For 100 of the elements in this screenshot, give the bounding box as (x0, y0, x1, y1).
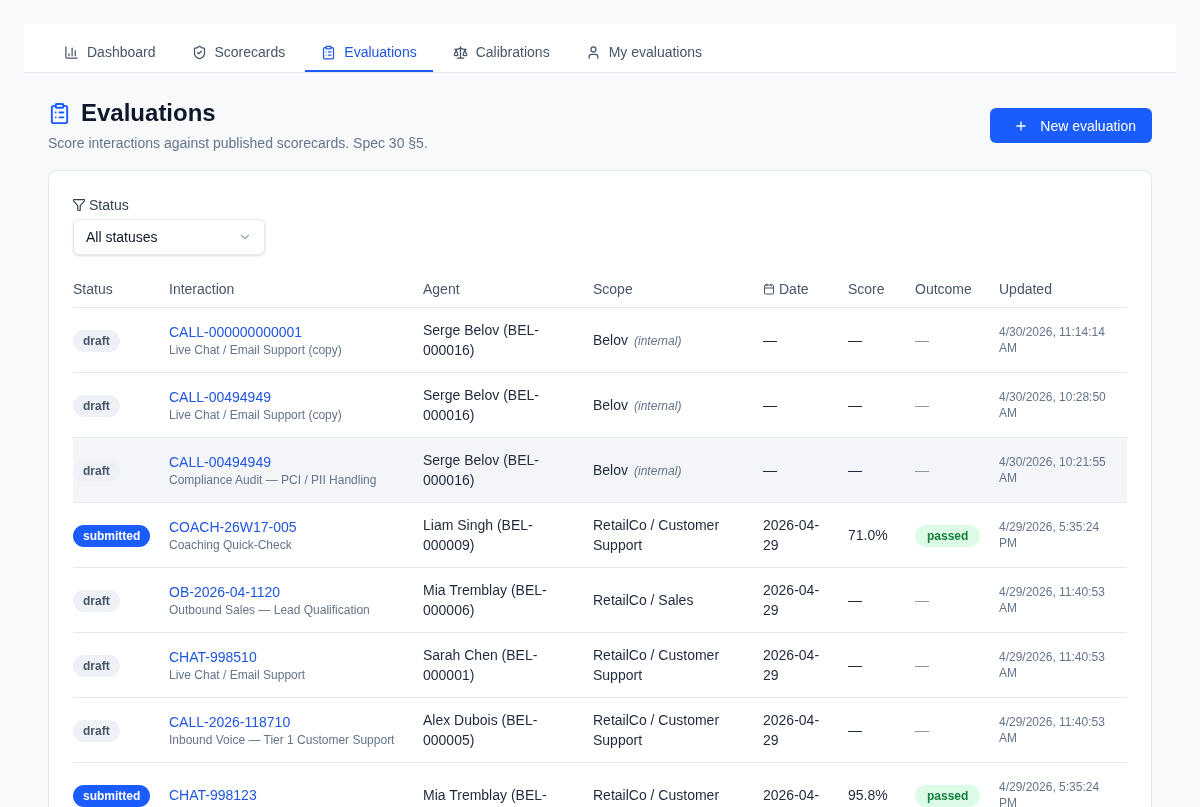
interaction-link[interactable]: CALL-00494949 (169, 387, 271, 407)
calendar-icon (763, 283, 775, 295)
date-cell-text: — (763, 396, 778, 415)
score-cell: — (848, 657, 862, 673)
scorecard-name: Outbound Sales — Lead Qualification (169, 602, 370, 618)
status-badge: draft (73, 655, 120, 677)
clipboard-list-icon (48, 101, 71, 125)
score-cell: — (848, 397, 862, 413)
updated-cell-text: 4/29/2026, 11:40:53 AM (999, 584, 1106, 616)
nav-tab[interactable]: Calibrations (436, 34, 566, 72)
scope-name: RetailCo / Customer Support (593, 711, 721, 750)
user-icon (585, 44, 601, 60)
updated-cell-text: 4/29/2026, 5:35:24 PM (999, 519, 1101, 551)
status-badge: submitted (73, 525, 151, 547)
scorecard-name: Live Chat / Email Support (copy) (169, 342, 342, 358)
agent-name: Sarah Chen (BEL-000001) (423, 646, 539, 685)
agent-name: Mia Tremblay (BEL- (423, 786, 548, 805)
page-title: Evaluations (81, 98, 216, 128)
status-badge: submitted (73, 785, 151, 807)
column-header: Interaction (169, 280, 235, 299)
interaction-link[interactable]: CHAT-998123 (169, 785, 257, 805)
column-header: Status (73, 280, 113, 299)
outcome-cell: — (915, 592, 929, 608)
scope-note: (internal) (634, 463, 682, 479)
scorecard-name: Coaching Quick-Check (169, 537, 292, 553)
agent-name: Mia Tremblay (BEL-000006) (423, 581, 548, 620)
clipboard-list-icon (321, 44, 337, 60)
scope-name: Belov (593, 331, 629, 350)
status-select[interactable]: All statuses (73, 219, 265, 255)
column-header: Score (848, 280, 885, 299)
nav-tab[interactable]: My evaluations (569, 34, 719, 72)
outcome-cell: — (915, 657, 929, 673)
status-badge: draft (73, 590, 120, 612)
scope-name: RetailCo / Customer Support (593, 516, 721, 555)
updated-cell-text: 4/29/2026, 11:40:53 AM (999, 714, 1106, 746)
status-badge: draft (73, 330, 120, 352)
new-evaluation-button[interactable]: New evaluation (990, 108, 1152, 143)
score-cell: — (848, 462, 862, 478)
interaction-link[interactable]: CHAT-998510 (169, 647, 257, 667)
scope-note: (internal) (634, 333, 682, 349)
nav-tab[interactable]: Evaluations (305, 34, 433, 72)
column-header: Date (779, 280, 809, 299)
date-cell-text: 2026-04-29 (763, 581, 821, 620)
outcome-badge: passed (915, 785, 981, 807)
interaction-link[interactable]: OB-2026-04-1120 (169, 582, 281, 602)
bar-chart-icon (64, 44, 79, 60)
score-cell: 71.0% (848, 527, 888, 543)
scorecard-name: Live Chat / Email Support (copy) (169, 407, 342, 423)
interaction-link[interactable]: COACH-26W17-005 (169, 517, 297, 537)
outcome-cell: — (915, 722, 929, 738)
agent-name: Serge Belov (BEL-000016) (423, 321, 540, 360)
outcome-cell: — (915, 332, 929, 348)
column-header: Updated (999, 280, 1052, 299)
outcome-cell: — (915, 462, 929, 478)
scope-name: RetailCo / Customer Support (593, 646, 721, 685)
scale-icon (452, 44, 468, 60)
date-cell-text: — (763, 331, 778, 350)
score-cell: 95.8% (848, 787, 888, 803)
date-cell-text: 2026-04- (763, 786, 821, 805)
nav-tab[interactable]: Scorecards (175, 34, 302, 72)
filter-label: Status (89, 196, 129, 215)
score-cell: — (848, 332, 862, 348)
plus-icon (1014, 118, 1029, 133)
updated-cell-text: 4/30/2026, 11:14:14 AM (999, 324, 1106, 356)
updated-cell-text: 4/29/2026, 5:35:24 PM (999, 779, 1101, 807)
scope-name: RetailCo / Sales (593, 591, 694, 610)
updated-cell-text: 4/30/2026, 10:28:50 AM (999, 389, 1107, 421)
status-badge: draft (73, 395, 120, 417)
updated-cell-text: 4/30/2026, 10:21:55 AM (999, 454, 1107, 486)
outcome-badge: passed (915, 525, 981, 547)
interaction-link[interactable]: CALL-00494949 (169, 452, 271, 472)
score-cell: — (848, 592, 862, 608)
agent-name: Serge Belov (BEL-000016) (423, 451, 540, 490)
scope-name: RetailCo / Customer (593, 786, 720, 805)
shield-check-icon (191, 44, 207, 60)
status-badge: draft (73, 720, 120, 742)
column-header: Outcome (915, 280, 972, 299)
date-cell-text: 2026-04-29 (763, 516, 821, 555)
page-subtitle: Score interactions against published scorecards. Spec 30 §5. (48, 134, 428, 153)
scorecard-name: Live Chat / Email Support (169, 667, 306, 683)
nav-tab[interactable]: Dashboard (48, 34, 172, 72)
column-header: Agent (423, 280, 460, 299)
scope-name: Belov (593, 461, 629, 480)
scorecard-name: Inbound Voice — Tier 1 Customer Support (169, 732, 395, 748)
interaction-link[interactable]: CALL-000000000001 (169, 322, 303, 342)
status-badge: draft (73, 460, 120, 482)
date-cell-text: — (763, 461, 778, 480)
agent-name: Liam Singh (BEL-000009) (423, 516, 534, 555)
agent-name: Serge Belov (BEL-000016) (423, 386, 540, 425)
outcome-cell: — (915, 397, 929, 413)
updated-cell-text: 4/29/2026, 11:40:53 AM (999, 649, 1106, 681)
agent-name: Alex Dubois (BEL-000005) (423, 711, 539, 750)
column-header: Scope (593, 280, 633, 299)
interaction-link[interactable]: CALL-2026-118710 (169, 712, 291, 732)
scope-note: (internal) (634, 398, 682, 414)
scorecard-name: Compliance Audit — PCI / PII Handling (169, 472, 377, 488)
date-cell-text: 2026-04-29 (763, 711, 821, 750)
date-cell-text: 2026-04-29 (763, 646, 821, 685)
filter-icon (73, 199, 85, 211)
scope-name: Belov (593, 396, 629, 415)
